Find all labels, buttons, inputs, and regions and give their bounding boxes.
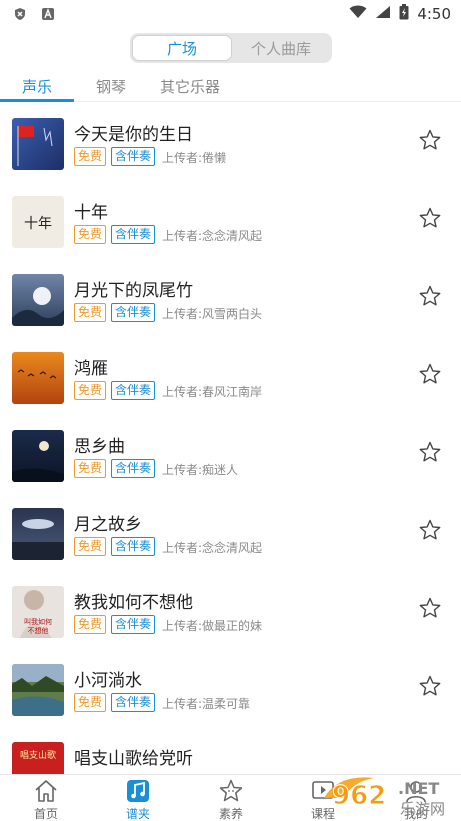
free-badge: 免费	[74, 225, 107, 244]
accompaniment-badge: 含伴奏	[111, 615, 156, 634]
star-face-icon	[219, 779, 243, 802]
shield-x-icon	[12, 6, 28, 22]
clock-time: 4:50	[417, 5, 451, 23]
free-badge: 免费	[74, 693, 107, 712]
nav-label: 谱夹	[125, 807, 150, 821]
list-item[interactable]: 十年 十年 免费 含伴奏 上传者:念念清风起	[0, 196, 461, 274]
song-title: 今天是你的生日	[74, 125, 193, 145]
category-tabs: 声乐 钢琴 其它乐器	[0, 70, 461, 102]
song-uploader: 上传者:念念清风起	[162, 541, 263, 555]
home-icon	[35, 780, 57, 802]
watermark-site: 乐游网	[400, 800, 445, 818]
song-uploader: 上传者:温柔可靠	[162, 697, 251, 711]
song-uploader: 上传者:痴迷人	[162, 463, 239, 477]
nav-label: 首页	[33, 807, 58, 821]
song-list: 今天是你的生日 免费 含伴奏 上传者:倦懒 十年 十年 免费 含伴奏 上传者:念…	[0, 104, 461, 774]
wifi-icon	[349, 5, 367, 23]
accompaniment-badge: 含伴奏	[111, 225, 156, 244]
thumb-caption: 唱支山歌	[20, 749, 56, 761]
star-icon[interactable]	[418, 284, 442, 308]
free-badge: 免费	[74, 615, 107, 634]
battery-icon	[399, 4, 409, 24]
accompaniment-badge: 含伴奏	[111, 459, 156, 478]
song-thumbnail	[12, 352, 64, 404]
app-a-icon	[40, 6, 56, 22]
song-title: 月之故乡	[74, 515, 142, 535]
star-icon[interactable]	[418, 518, 442, 542]
list-item[interactable]: 鸿雁 免费 含伴奏 上传者:春风江南岸	[0, 352, 461, 430]
tab-other-instruments[interactable]: 其它乐器	[160, 76, 220, 97]
star-icon[interactable]	[418, 440, 442, 464]
song-title: 十年	[74, 203, 108, 223]
watermark-suffix: .NET	[398, 779, 439, 798]
song-uploader: 上传者:念念清风起	[162, 229, 263, 243]
song-thumbnail	[12, 274, 64, 326]
list-item[interactable]: 今天是你的生日 免费 含伴奏 上传者:倦懒	[0, 118, 461, 196]
nav-score-folder[interactable]: 谱夹	[108, 775, 168, 821]
list-item[interactable]: 月之故乡 免费 含伴奏 上传者:念念清风起	[0, 508, 461, 586]
free-badge: 免费	[74, 303, 107, 322]
segment-control: 广场 个人曲库	[130, 33, 332, 63]
song-uploader: 上传者:春风江南岸	[162, 385, 263, 399]
nav-literacy[interactable]: 素养	[201, 775, 261, 821]
segment-personal-library[interactable]: 个人曲库	[232, 35, 330, 61]
song-title: 月光下的凤尾竹	[74, 281, 193, 301]
song-thumbnail: 十年	[12, 196, 64, 248]
song-thumbnail: 叫我如何不想他	[12, 586, 64, 638]
accompaniment-badge: 含伴奏	[111, 381, 156, 400]
song-title: 思乡曲	[74, 437, 125, 457]
song-title: 小河淌水	[74, 671, 142, 691]
free-badge: 免费	[74, 459, 107, 478]
signal-icon	[375, 5, 391, 23]
thumb-caption: 十年	[24, 216, 52, 232]
song-title: 唱支山歌给党听	[74, 749, 193, 769]
tab-piano[interactable]: 钢琴	[96, 76, 126, 97]
song-uploader: 上传者:风雪两白头	[162, 307, 263, 321]
song-thumbnail	[12, 508, 64, 560]
music-note-icon	[127, 780, 149, 802]
song-title: 鸿雁	[74, 359, 108, 379]
list-item[interactable]: 叫我如何不想他 教我如何不想他 免费 含伴奏 上传者:做最正的妹	[0, 586, 461, 664]
song-title: 教我如何不想他	[74, 593, 193, 613]
song-thumbnail	[12, 430, 64, 482]
song-thumbnail	[12, 118, 64, 170]
accompaniment-badge: 含伴奏	[111, 693, 156, 712]
list-item[interactable]: 小河淌水 免费 含伴奏 上传者:温柔可靠	[0, 664, 461, 742]
accompaniment-badge: 含伴奏	[111, 303, 156, 322]
star-icon[interactable]	[418, 674, 442, 698]
nav-home[interactable]: 首页	[16, 775, 76, 821]
free-badge: 免费	[74, 537, 107, 556]
tab-vocal[interactable]: 声乐	[22, 76, 52, 97]
song-thumbnail: 唱支山歌	[12, 742, 64, 774]
star-icon[interactable]	[418, 362, 442, 386]
tab-indicator	[0, 99, 74, 102]
list-item[interactable]: 月光下的凤尾竹 免费 含伴奏 上传者:风雪两白头	[0, 274, 461, 352]
song-thumbnail	[12, 664, 64, 716]
star-icon[interactable]	[418, 128, 442, 152]
star-icon[interactable]	[418, 206, 442, 230]
watermark-logo: 962 .NET 乐游网	[318, 768, 461, 821]
free-badge: 免费	[74, 381, 107, 400]
status-bar: 4:50	[0, 0, 461, 28]
accompaniment-badge: 含伴奏	[111, 147, 156, 166]
nav-label: 素养	[218, 807, 243, 821]
song-uploader: 上传者:倦懒	[162, 151, 227, 165]
segment-square[interactable]: 广场	[132, 35, 232, 61]
accompaniment-badge: 含伴奏	[111, 537, 156, 556]
list-item[interactable]: 思乡曲 免费 含伴奏 上传者:痴迷人	[0, 430, 461, 508]
song-uploader: 上传者:做最正的妹	[162, 619, 263, 633]
free-badge: 免费	[74, 147, 107, 166]
star-icon[interactable]	[418, 596, 442, 620]
watermark-brand: 962	[332, 781, 386, 811]
